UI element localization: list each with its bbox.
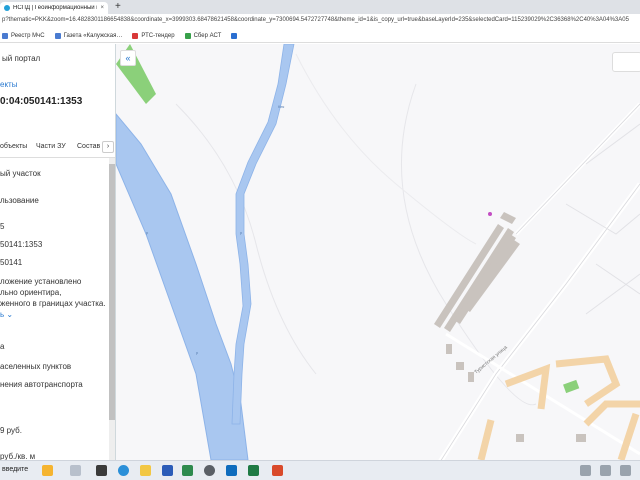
browser-tab[interactable]: НСПД | Геоинформационный п × bbox=[0, 2, 108, 14]
tab-title: НСПД | Геоинформационный п bbox=[13, 5, 98, 11]
object-info-panel: ый портал екты 0:04:050141:1353 объекты … bbox=[0, 44, 116, 460]
building bbox=[444, 228, 514, 332]
bookmark-label: Газета «Калужская… bbox=[63, 32, 123, 39]
bookmark-label: Сбер АСТ bbox=[193, 32, 222, 39]
building bbox=[576, 434, 586, 442]
windows-taskbar: введите bbox=[0, 460, 640, 480]
scrollbar-thumb[interactable] bbox=[109, 164, 115, 420]
tab-close-icon[interactable]: × bbox=[100, 5, 104, 11]
show-more-link[interactable]: ь ⌄ bbox=[0, 310, 13, 319]
info-row: нения автотранспорта bbox=[0, 380, 83, 389]
objects-link[interactable]: екты bbox=[0, 80, 17, 89]
address-bar[interactable]: p?thematic=PKK&zoom=16.4828301186654838&… bbox=[0, 14, 640, 29]
url-text[interactable]: p?thematic=PKK&zoom=16.4828301186654838&… bbox=[2, 17, 629, 23]
tabs-scroll-right-button[interactable]: › bbox=[102, 141, 114, 153]
info-row: женного в границах участка. bbox=[0, 299, 106, 308]
taskbar-search[interactable]: введите bbox=[2, 466, 28, 473]
app-icon[interactable] bbox=[272, 465, 283, 476]
green-area bbox=[563, 379, 580, 394]
info-row: аселенных пунктов bbox=[0, 362, 72, 371]
chrome-icon[interactable] bbox=[204, 465, 215, 476]
info-row: 50141 bbox=[0, 258, 23, 267]
block-outline bbox=[565, 203, 640, 235]
portal-title: ый портал bbox=[2, 54, 41, 63]
sber-icon bbox=[184, 32, 191, 39]
building bbox=[468, 372, 474, 382]
bookmark-item[interactable]: Сбер АСТ bbox=[184, 32, 222, 39]
info-row: а bbox=[0, 342, 5, 351]
info-row: ложение установлено bbox=[0, 277, 82, 286]
bookmark-item[interactable]: РТС-тендер bbox=[132, 32, 175, 39]
building bbox=[446, 344, 452, 354]
residential-blocks bbox=[477, 355, 640, 460]
tray-icon[interactable] bbox=[580, 465, 591, 476]
bookmark-label: Реестр МчС bbox=[11, 32, 45, 39]
collapse-panel-button[interactable]: « bbox=[120, 50, 136, 66]
newspaper-icon bbox=[54, 32, 61, 39]
residential-block bbox=[477, 419, 495, 460]
info-row: ый участок bbox=[0, 169, 41, 178]
registry-icon bbox=[2, 32, 8, 39]
faint-blocks bbox=[565, 123, 640, 315]
bookmark-item[interactable]: Реестр МчС bbox=[2, 32, 45, 39]
info-row: руб./кв. м bbox=[0, 452, 36, 460]
building bbox=[516, 434, 524, 442]
outlook-icon[interactable] bbox=[226, 465, 237, 476]
small-buildings bbox=[446, 344, 586, 442]
site-favicon-icon bbox=[4, 5, 10, 11]
residential-block bbox=[555, 355, 621, 407]
panel-scrollbar[interactable] bbox=[109, 158, 115, 460]
info-row: 50141:1353 bbox=[0, 240, 43, 249]
industrial-buildings bbox=[434, 212, 520, 332]
sparkle-icon[interactable] bbox=[42, 465, 53, 476]
bookmark-item[interactable] bbox=[231, 32, 238, 39]
chart-icon[interactable] bbox=[182, 465, 193, 476]
rts-icon bbox=[132, 32, 139, 39]
taskbar-app-icon[interactable] bbox=[96, 465, 107, 476]
word-icon[interactable] bbox=[162, 465, 173, 476]
panel-tabs: объекты Части ЗУ Состав › bbox=[0, 136, 115, 158]
building bbox=[500, 212, 516, 224]
map-search-box[interactable] bbox=[612, 52, 640, 72]
edge-browser-icon[interactable] bbox=[118, 465, 129, 476]
bookmark-label: РТС-тендер bbox=[141, 32, 175, 39]
map-svg: р р р Кек Туристская улица bbox=[116, 44, 640, 460]
network-icon[interactable] bbox=[600, 465, 611, 476]
file-explorer-icon[interactable] bbox=[140, 465, 151, 476]
info-row: льзование bbox=[0, 196, 39, 205]
new-tab-button[interactable]: + bbox=[115, 1, 121, 12]
map-marker-icon[interactable] bbox=[488, 212, 492, 216]
tab-objects[interactable]: объекты bbox=[0, 143, 27, 150]
cadastral-number: 0:04:050141:1353 bbox=[0, 96, 83, 107]
river-main bbox=[116, 113, 249, 460]
building bbox=[456, 362, 464, 370]
river-label: Кек bbox=[278, 104, 285, 109]
info-row: 5 bbox=[0, 222, 5, 231]
tab-composition[interactable]: Состав bbox=[77, 143, 100, 150]
info-row: льно ориентира, bbox=[0, 288, 62, 297]
folder-icon bbox=[231, 32, 238, 39]
map-canvas[interactable]: р р р Кек Туристская улица bbox=[116, 44, 640, 460]
residential-block bbox=[617, 412, 640, 460]
info-row: 9 руб. bbox=[0, 426, 22, 435]
excel-icon[interactable] bbox=[248, 465, 259, 476]
bookmark-item[interactable]: Газета «Калужская… bbox=[54, 32, 123, 39]
contour-line bbox=[295, 53, 477, 245]
block-outline bbox=[585, 273, 640, 315]
browser-tabstrip: НСПД | Геоинформационный п × + bbox=[0, 0, 640, 14]
task-view-icon[interactable] bbox=[70, 465, 81, 476]
volume-icon[interactable] bbox=[620, 465, 631, 476]
tab-parts[interactable]: Части ЗУ bbox=[36, 143, 66, 150]
bookmarks-bar: Реестр МчС Газета «Калужская… РТС-тендер… bbox=[0, 29, 640, 43]
road-edge bbox=[515, 103, 640, 235]
